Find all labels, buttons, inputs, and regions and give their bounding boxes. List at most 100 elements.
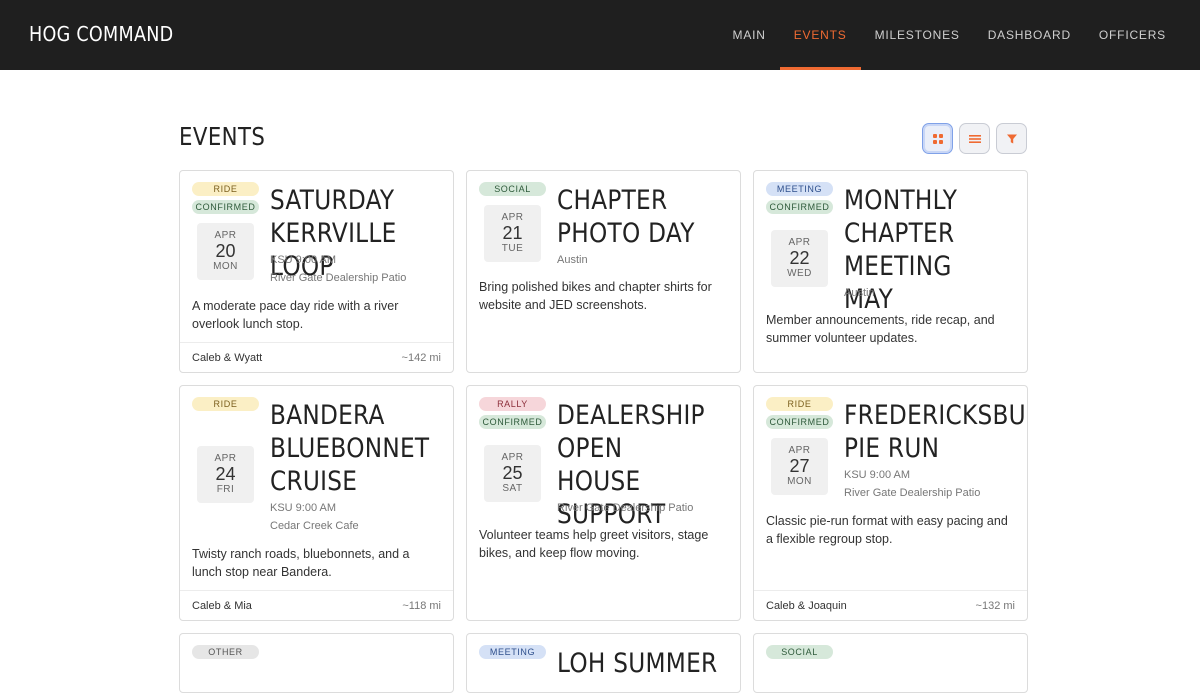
date-month: APR	[214, 453, 237, 464]
date-day: 22	[789, 248, 810, 268]
nav-main[interactable]: MAIN	[719, 0, 780, 70]
category-badge: SOCIAL	[479, 182, 546, 196]
event-description: Member announcements, ride recap, and su…	[766, 313, 995, 345]
category-badge: RIDE	[192, 397, 259, 411]
date-box: APR 21 TUE	[484, 205, 541, 262]
event-card[interactable]: MEETING LOH SUMMER	[466, 633, 741, 693]
date-month: APR	[501, 452, 524, 463]
date-day: 20	[215, 241, 236, 261]
status-badge: CONFIRMED	[766, 200, 833, 214]
event-description: A moderate pace day ride with a river ov…	[192, 299, 399, 331]
event-card[interactable]: RALLY CONFIRMED APR 25 SAT DEALERSHIP OP…	[466, 385, 741, 621]
event-card[interactable]: RIDE CONFIRMED APR 20 MON SATURDAY KERRV…	[179, 170, 454, 373]
event-title[interactable]: LOH SUMMER	[557, 647, 717, 680]
badge-group: RIDE CONFIRMED	[192, 182, 259, 214]
event-location: River Gate Dealership Patio	[844, 487, 981, 499]
event-card[interactable]: RIDE CONFIRMED APR 27 MON FREDERICKSBURG…	[753, 385, 1028, 621]
event-title[interactable]: CHAPTER PHOTO DAY	[557, 184, 729, 250]
event-card[interactable]: SOCIAL	[753, 633, 1028, 693]
date-day: 25	[502, 463, 523, 483]
nav-dashboard[interactable]: DASHBOARD	[974, 0, 1085, 70]
grid-icon	[932, 133, 943, 144]
event-card[interactable]: OTHER	[179, 633, 454, 693]
app-title[interactable]: HOG COMMAND	[29, 22, 173, 46]
date-day: 24	[215, 464, 236, 484]
date-weekday: MON	[787, 476, 812, 487]
date-box: APR 25 SAT	[484, 445, 541, 502]
event-description: Volunteer teams help greet visitors, sta…	[479, 528, 709, 560]
grid-view-button[interactable]	[922, 123, 953, 154]
event-card[interactable]: RIDE APR 24 FRI BANDERA BLUEBONNET CRUIS…	[179, 385, 454, 621]
badge-group: OTHER	[192, 645, 259, 659]
event-hosts: Caleb & Joaquin	[766, 599, 847, 612]
category-badge: OTHER	[192, 645, 259, 659]
list-icon	[968, 134, 981, 143]
date-month: APR	[501, 212, 524, 223]
event-card[interactable]: MEETING CONFIRMED APR 22 WED MONTHLY CHA…	[753, 170, 1028, 373]
badge-group: SOCIAL	[766, 645, 833, 659]
event-distance: ~118 mi	[402, 599, 441, 612]
status-badge: CONFIRMED	[479, 415, 546, 429]
top-navbar: HOG COMMAND MAIN EVENTS MILESTONES DASHB…	[0, 0, 1200, 70]
badge-group: MEETING	[479, 645, 546, 659]
event-title[interactable]: FREDERICKSBURG PIE RUN	[844, 399, 1027, 465]
status-badge: CONFIRMED	[766, 415, 833, 429]
date-day: 21	[502, 223, 523, 243]
date-month: APR	[788, 237, 811, 248]
filter-button[interactable]	[996, 123, 1027, 154]
event-card[interactable]: SOCIAL APR 21 TUE CHAPTER PHOTO DAY Aust…	[466, 170, 741, 373]
badge-group: MEETING CONFIRMED	[766, 182, 833, 214]
date-weekday: TUE	[501, 243, 524, 254]
card-footer: Caleb & Wyatt ~142 mi	[180, 342, 453, 372]
badge-group: RIDE	[192, 397, 259, 411]
category-badge: RIDE	[192, 182, 259, 196]
date-box: APR 22 WED	[771, 230, 828, 287]
event-hosts: Caleb & Wyatt	[192, 351, 263, 364]
event-description: Classic pie-run format with easy pacing …	[766, 514, 1008, 546]
event-time: KSU 9:00 AM	[270, 254, 337, 266]
category-badge: RALLY	[479, 397, 546, 411]
main-nav: MAIN EVENTS MILESTONES DASHBOARD OFFICER…	[719, 0, 1180, 70]
date-box: APR 20 MON	[197, 223, 254, 280]
status-badge: CONFIRMED	[192, 200, 259, 214]
event-location: River Gate Dealership Patio	[270, 272, 407, 284]
event-title[interactable]: BANDERA BLUEBONNET CRUISE	[270, 399, 429, 498]
date-day: 27	[789, 456, 810, 476]
event-hosts: Caleb & Mia	[192, 599, 252, 612]
date-weekday: MON	[213, 261, 238, 272]
event-description: Bring polished bikes and chapter shirts …	[479, 280, 712, 312]
badge-group: SOCIAL	[479, 182, 546, 196]
event-time: KSU 9:00 AM	[844, 469, 911, 481]
filter-icon	[1006, 134, 1017, 143]
date-box: APR 24 FRI	[197, 446, 254, 503]
event-distance: ~142 mi	[401, 351, 441, 364]
date-month: APR	[788, 445, 811, 456]
event-location: Austin	[844, 287, 875, 299]
nav-officers[interactable]: OFFICERS	[1085, 0, 1180, 70]
nav-events[interactable]: EVENTS	[779, 0, 861, 70]
nav-milestones[interactable]: MILESTONES	[861, 0, 974, 70]
event-time: KSU 9:00 AM	[270, 502, 337, 514]
date-weekday: SAT	[502, 483, 523, 494]
card-footer: Caleb & Joaquin ~132 mi	[754, 590, 1027, 620]
category-badge: MEETING	[766, 182, 833, 196]
card-footer: Caleb & Mia ~118 mi	[180, 590, 453, 620]
view-toggle-group	[922, 123, 1027, 154]
event-location: Cedar Creek Cafe	[270, 520, 359, 532]
event-location: Austin	[557, 254, 588, 266]
date-box: APR 27 MON	[771, 438, 828, 495]
page-title: EVENTS	[179, 122, 266, 151]
date-month: APR	[214, 230, 237, 241]
category-badge: SOCIAL	[766, 645, 833, 659]
category-badge: RIDE	[766, 397, 833, 411]
event-distance: ~132 mi	[975, 599, 1015, 612]
event-description: Twisty ranch roads, bluebonnets, and a l…	[192, 547, 410, 579]
category-badge: MEETING	[479, 645, 546, 659]
date-weekday: WED	[787, 268, 812, 279]
list-view-button[interactable]	[959, 123, 990, 154]
badge-group: RALLY CONFIRMED	[479, 397, 546, 429]
events-grid: RIDE CONFIRMED APR 20 MON SATURDAY KERRV…	[179, 170, 1028, 693]
date-weekday: FRI	[216, 484, 235, 495]
badge-group: RIDE CONFIRMED	[766, 397, 833, 429]
event-location: River Gate Dealership Patio	[557, 502, 694, 514]
